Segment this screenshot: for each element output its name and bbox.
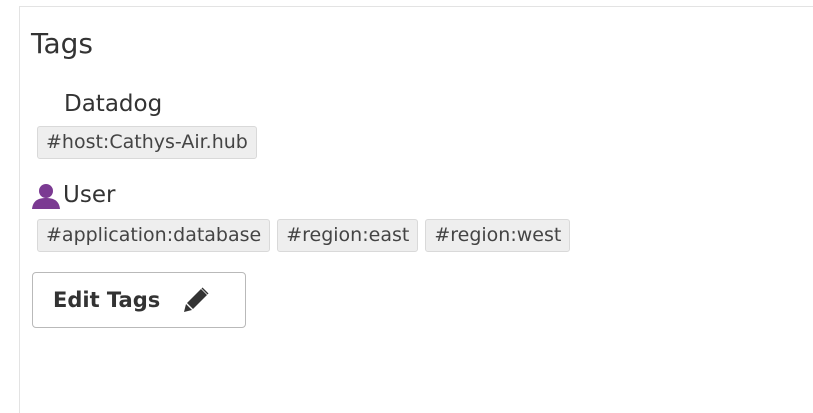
datadog-tag-list: #host:Cathys-Air.hub [37,126,570,159]
edit-tags-label: Edit Tags [53,288,161,312]
user-source-label: User [63,182,116,208]
pencil-icon [182,286,210,314]
left-divider [19,6,20,413]
user-tag-list: #application:database #region:east #regi… [37,219,571,252]
top-divider [20,6,813,7]
user-icon [31,183,61,209]
edit-tags-button[interactable]: Edit Tags [32,272,246,328]
tag-chip[interactable]: #host:Cathys-Air.hub [37,126,257,159]
user-source-header: User [31,181,570,209]
tag-chip[interactable]: #region:west [425,219,571,252]
tags-panel-frame: Tags Datadog #host:Cathys-Air.hub User #… [0,0,813,413]
section-title: Tags [31,27,93,60]
tag-chip[interactable]: #application:database [37,219,271,252]
datadog-source-label: Datadog [64,91,163,117]
tags-section: Tags Datadog #host:Cathys-Air.hub User #… [31,24,571,328]
tag-chip[interactable]: #region:east [277,219,419,252]
